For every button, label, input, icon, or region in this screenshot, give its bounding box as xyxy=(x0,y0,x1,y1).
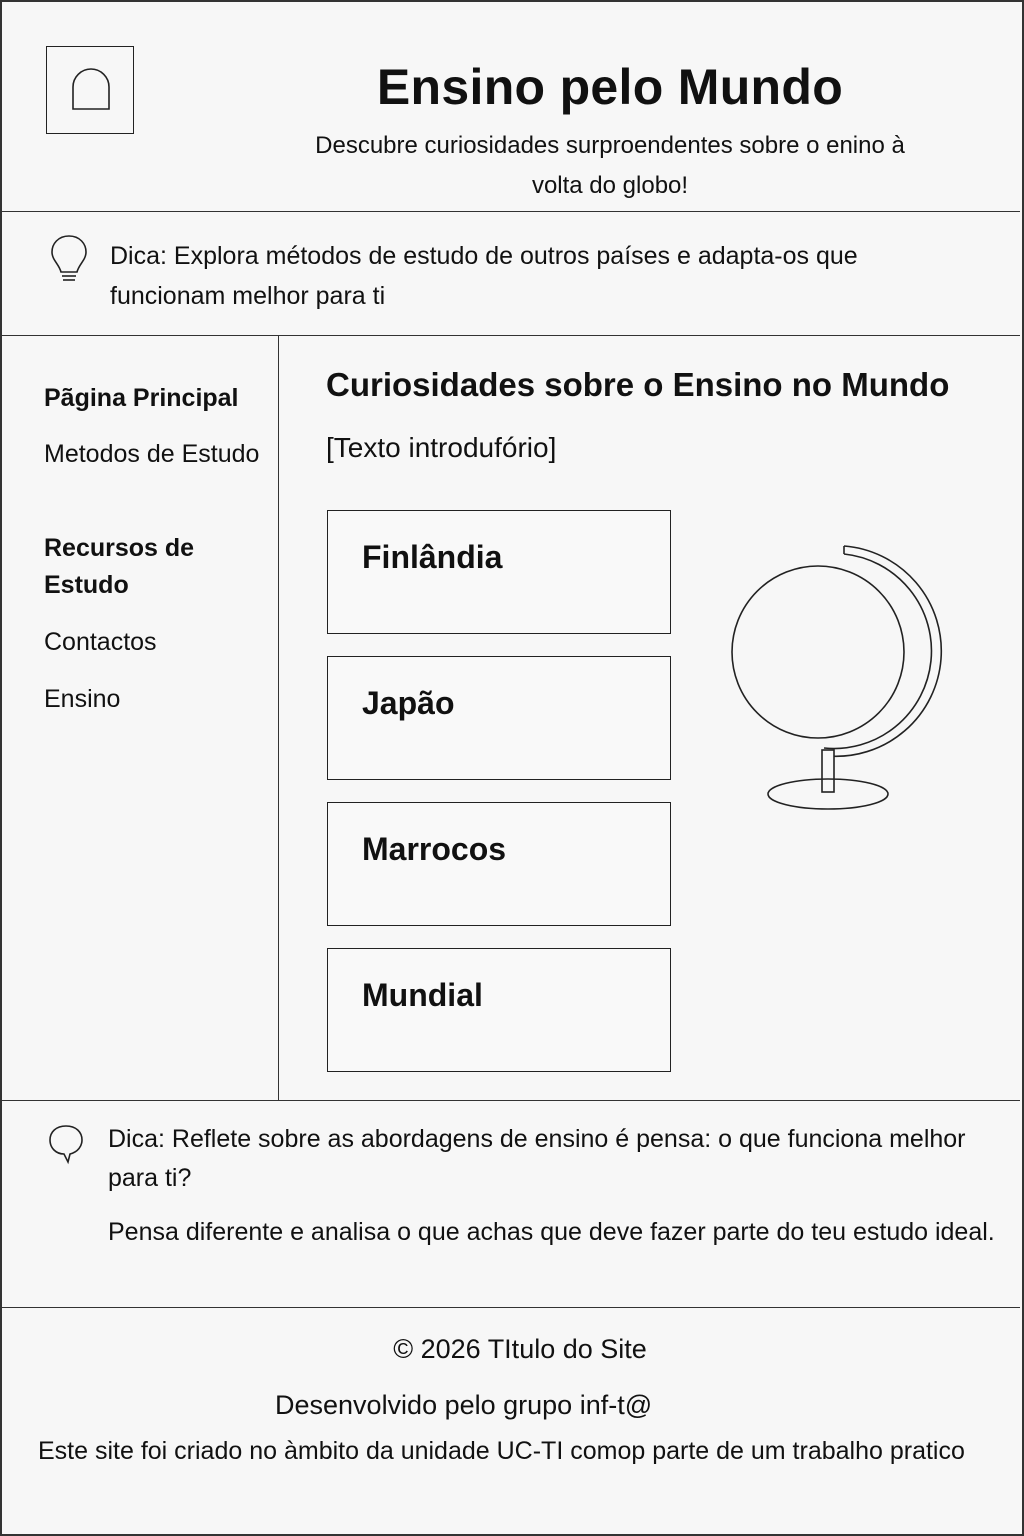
tip-text-top: Dica: Explora métodos de estudo de outro… xyxy=(110,242,858,310)
tip-text-bottom-secondary: Pensa diferente e analisa o que achas qu… xyxy=(108,1218,995,1246)
site-logo[interactable] xyxy=(46,46,134,134)
country-card-finlandia[interactable]: Finlândia xyxy=(327,510,671,634)
main-heading: Curiosidades sobre o Ensino no Mundo xyxy=(326,366,950,403)
country-card-japao[interactable]: Japão xyxy=(327,656,671,780)
sidebar-item-pagina-principal[interactable]: Pãgina Principal xyxy=(44,380,264,417)
card-label: Marrocos xyxy=(362,831,507,867)
lightbulb-icon xyxy=(51,235,87,281)
site-title: Ensino pelo Mundo xyxy=(376,59,844,115)
card-label: Mundial xyxy=(362,977,483,1013)
card-label: Finlândia xyxy=(362,539,503,575)
tip-text-bottom: Dica: Reflete sobre as abordagens de ens… xyxy=(108,1125,966,1192)
sidebar-item-ensino[interactable]: Ensino xyxy=(44,681,264,718)
site-subtitle: Descubre curiosidades surproendentes sob… xyxy=(315,132,905,199)
footer-copyright: © 2026 TItulo do Site xyxy=(393,1334,647,1364)
card-label: Japão xyxy=(362,685,455,721)
country-card-marrocos[interactable]: Marrocos xyxy=(327,802,671,926)
arch-icon xyxy=(72,68,110,110)
globe-icon xyxy=(731,545,943,810)
speech-bubble-icon xyxy=(49,1125,83,1165)
sidebar-item-metodos-de-estudo[interactable]: Metodos de Estudo xyxy=(44,436,264,473)
footer-developed-by: Desenvolvido pelo grupo inf-t@ xyxy=(275,1390,653,1420)
sidebar-item-recursos-de-estudo[interactable]: Recursos de Estudo xyxy=(44,530,264,604)
footer-note: Este site foi criado no àmbito da unidad… xyxy=(38,1437,965,1465)
intro-text: [Texto introdufório] xyxy=(326,432,557,463)
sidebar-item-contactos[interactable]: Contactos xyxy=(44,624,264,661)
country-card-mundial[interactable]: Mundial xyxy=(327,948,671,1072)
